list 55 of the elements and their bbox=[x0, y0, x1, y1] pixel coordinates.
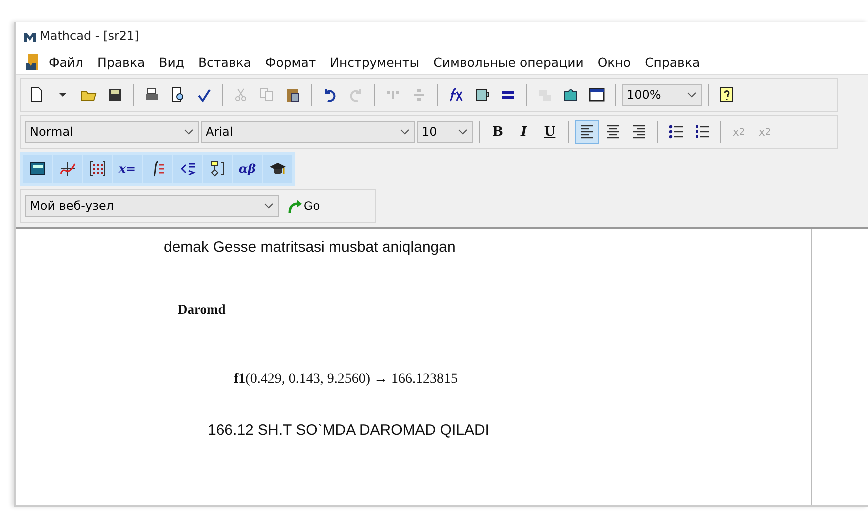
help-icon bbox=[718, 86, 736, 104]
numbered-list-icon bbox=[693, 123, 711, 141]
curved-arrow-icon bbox=[287, 198, 303, 214]
font-size-dropdown[interactable]: 10 bbox=[417, 121, 473, 143]
text-region: demak Gesse matritsasi musbat aniqlangan bbox=[164, 239, 456, 256]
math-palette-button[interactable] bbox=[173, 155, 202, 183]
graph-icon bbox=[58, 160, 76, 178]
menu-item[interactable]: Формат bbox=[258, 54, 324, 70]
text-region: 166.12 SH.T SO`MDA DAROMAD QILADI bbox=[208, 422, 490, 439]
align-button[interactable] bbox=[575, 120, 599, 144]
align-lines-icon bbox=[578, 123, 596, 141]
matrix-icon bbox=[88, 160, 106, 178]
zoom-dropdown[interactable]: 100% bbox=[622, 84, 702, 106]
window-icon bbox=[588, 86, 606, 104]
math-palette-button[interactable] bbox=[143, 155, 172, 183]
math-palette-button[interactable] bbox=[83, 155, 112, 183]
chevron-down-icon bbox=[184, 127, 194, 137]
menu-item[interactable]: Вставка bbox=[191, 54, 258, 70]
math-palette-button[interactable] bbox=[53, 155, 82, 183]
math-palette-button[interactable]: αβ bbox=[233, 155, 262, 183]
menu-item[interactable]: Инструменты bbox=[323, 54, 427, 70]
programming-icon bbox=[208, 160, 226, 178]
menu-item[interactable]: Окно bbox=[590, 54, 638, 70]
caret-icon bbox=[59, 93, 67, 97]
align-lines-icon bbox=[604, 123, 622, 141]
chevron-down-icon bbox=[458, 127, 468, 137]
math-expression: f1(0.429, 0.143, 9.2560) → 166.123815 bbox=[234, 372, 458, 388]
window-title: Mathcad - [sr21] bbox=[40, 29, 140, 43]
align-lines-icon bbox=[630, 123, 648, 141]
math-palette-button[interactable] bbox=[203, 155, 232, 183]
font-dropdown[interactable]: Arial bbox=[201, 121, 415, 143]
address-dropdown[interactable]: Мой веб-узел bbox=[25, 195, 279, 217]
copy-icon bbox=[258, 86, 276, 104]
bullet-list-icon bbox=[667, 123, 685, 141]
chevron-down-icon bbox=[687, 90, 697, 100]
function-icon bbox=[447, 86, 465, 104]
math-palette-button[interactable] bbox=[263, 155, 292, 183]
calculator-icon bbox=[28, 160, 46, 178]
menu-item[interactable]: Вид bbox=[152, 54, 192, 70]
menu-item[interactable]: Правка bbox=[90, 54, 152, 70]
format-button[interactable]: B bbox=[486, 120, 510, 144]
clipboard-icon bbox=[284, 86, 302, 104]
go-button[interactable]: Go bbox=[281, 198, 326, 214]
text-region-heading: Daromd bbox=[178, 302, 226, 318]
math-palette-button[interactable]: x= bbox=[113, 155, 142, 183]
style-dropdown[interactable]: Normal bbox=[25, 121, 199, 143]
format-button[interactable]: U bbox=[538, 120, 562, 144]
menu-item[interactable]: Символьные операции bbox=[426, 54, 591, 70]
format-button[interactable]: I bbox=[512, 120, 536, 144]
menu-item[interactable]: Справка bbox=[638, 54, 708, 70]
app-logo-icon bbox=[24, 30, 36, 42]
menu-item[interactable]: Файл bbox=[42, 54, 91, 70]
math-palette-button[interactable] bbox=[23, 155, 52, 183]
chevron-down-icon bbox=[400, 127, 410, 137]
chevron-down-icon bbox=[264, 201, 274, 211]
